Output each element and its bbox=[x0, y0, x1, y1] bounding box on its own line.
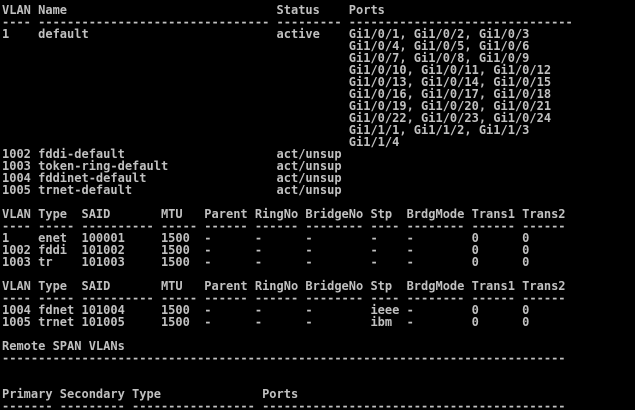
private-vlan-header-rule: ------- --------- ----------------- ----… bbox=[2, 399, 566, 410]
vlan-detail-row-1003: 1003 tr 101003 1500 - - - - - 0 0 bbox=[2, 255, 530, 269]
terminal-window[interactable]: VLAN Name Status Ports ---- ------------… bbox=[0, 0, 635, 410]
vlan-row-1005: 1005 trnet-default act/unsup bbox=[2, 183, 342, 197]
remote-span-rule: ----------------------------------------… bbox=[2, 351, 566, 365]
vlan-detail-row-1005: 1005 trnet 101005 1500 - - - ibm - 0 0 bbox=[2, 315, 530, 329]
